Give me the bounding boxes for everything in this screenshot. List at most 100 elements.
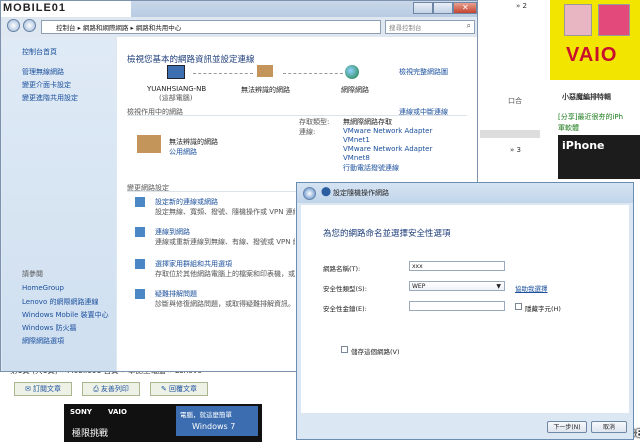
task-connect-icon bbox=[135, 227, 145, 237]
chevron-down-icon: ▼ bbox=[496, 283, 501, 290]
bench-icon bbox=[257, 65, 273, 77]
hide-chars-checkbox[interactable] bbox=[515, 303, 522, 310]
task-new-connection-desc: 設定無線、寬頻、撥號、隨機操作或 VPN 連線; 或設定路由器或存取點。 bbox=[155, 208, 295, 216]
page-title: 檢視您基本的網路資訊並設定連線 bbox=[127, 55, 255, 65]
map-node-internet: 網際網路 bbox=[341, 86, 369, 94]
search-icon: ⌕ bbox=[466, 21, 471, 30]
network-name: 無法辨識的網路 bbox=[169, 138, 218, 146]
bench-icon bbox=[137, 135, 161, 153]
conn-link-vmnet8[interactable]: VMware Network Adapter bbox=[343, 145, 432, 153]
logo-text: MOBILE01 bbox=[3, 2, 67, 14]
task-homegroup-icon bbox=[135, 259, 145, 269]
print-button[interactable]: ⎙ 友善列印 bbox=[82, 382, 140, 396]
security-key-label: 安全性金鑰(E): bbox=[323, 305, 367, 313]
access-type-value: 無網際網路存取 bbox=[343, 118, 392, 126]
close-button[interactable]: ✕ bbox=[453, 2, 477, 14]
sidebar-title: 小惡魔編排特輯 bbox=[562, 93, 611, 101]
map-node-computer-sub: (這部電腦) bbox=[159, 94, 193, 102]
map-node-unknown: 無法辨識的網路 bbox=[241, 86, 290, 94]
conn-link-vmnet1[interactable]: VMware Network Adapter bbox=[343, 127, 432, 135]
address-text: 控制台 ▸ 網路和網際網路 ▸ 網路和共用中心 bbox=[56, 24, 182, 32]
next-button[interactable]: 下一步(N) bbox=[547, 421, 587, 433]
share-icons[interactable] bbox=[480, 130, 540, 138]
sidebar-item-line2[interactable]: 軍軟體 bbox=[558, 123, 579, 133]
subscribe-icon: ✉ bbox=[24, 385, 31, 393]
help-choose-link[interactable]: 協助我選擇 bbox=[515, 283, 548, 293]
save-network-checkbox[interactable] bbox=[341, 346, 348, 353]
banner-slogan: 極限挑戰 bbox=[72, 429, 109, 439]
security-type-value: WEP bbox=[412, 283, 426, 290]
see-also-mobile-center[interactable]: Windows Mobile 裝置中心 bbox=[22, 310, 109, 320]
dialog-body: 為您的網路命名並選擇安全性選項 網路名稱(T): xxx 安全性類型(S): W… bbox=[301, 205, 629, 413]
security-type-label: 安全性類型(S): bbox=[323, 285, 367, 293]
vaio-ad[interactable]: VAIO bbox=[550, 0, 640, 80]
conn-link-vmnet8-sub[interactable]: VMnet8 bbox=[343, 154, 370, 162]
task-new-connection-icon bbox=[135, 197, 145, 207]
security-key-input[interactable] bbox=[409, 301, 505, 311]
task-new-connection-link[interactable]: 設定新的連線或網路 bbox=[155, 197, 218, 207]
net-name-label: 網路名稱(T): bbox=[323, 265, 361, 273]
see-also-label: 請參閱 bbox=[22, 270, 43, 278]
view-full-map-link[interactable]: 檢視完整網路圖 bbox=[399, 67, 448, 77]
share-label: 口合 bbox=[508, 97, 522, 105]
dialog-heading: 為您的網路命名並選擇安全性選項 bbox=[323, 229, 451, 239]
network-map-line bbox=[283, 73, 343, 74]
adhoc-network-dialog: ⬤ 設定隨機操作網路 為您的網路命名並選擇安全性選項 網路名稱(T): xxx … bbox=[296, 182, 634, 440]
task-troubleshoot-desc: 診斷與修復網路問題，或取得疑難排解資訊。 bbox=[155, 300, 295, 308]
see-also-homegroup[interactable]: HomeGroup bbox=[22, 284, 64, 292]
manage-wireless-link[interactable]: 管理無線網路 bbox=[22, 67, 64, 77]
dialog-title-bar[interactable]: ⬤ 設定隨機操作網路 bbox=[297, 183, 633, 203]
sony-banner[interactable]: SONY VAIO 極限挑戰 電腦，就這麼簡單 Windows 7 bbox=[64, 404, 262, 442]
iphone-ad[interactable]: iPhone bbox=[558, 135, 640, 179]
search-input[interactable]: 搜尋控制台 ⌕ bbox=[385, 20, 475, 34]
map-node-computer: YUANHSIANG-NB bbox=[147, 85, 207, 93]
page-number[interactable]: » 3 bbox=[510, 146, 521, 154]
dialog-title: 設定隨機操作網路 bbox=[333, 189, 389, 197]
banner-vaio: VAIO bbox=[108, 408, 127, 416]
banner-win: Windows 7 bbox=[192, 422, 236, 431]
print-icon: ⎙ bbox=[93, 385, 99, 393]
task-connect-desc: 連線或重新連線到無線、有線、撥號或 VPN 網路連線。 bbox=[155, 238, 295, 246]
network-setup-icon: ⬤ bbox=[321, 187, 332, 197]
cancel-button[interactable]: 取消 bbox=[591, 421, 627, 433]
address-bar[interactable]: 控制台 ▸ 網路和網際網路 ▸ 網路和共用中心 bbox=[41, 20, 381, 34]
connections-label: 連線: bbox=[299, 128, 316, 136]
conn-link-vmnet1-sub[interactable]: VMnet1 bbox=[343, 136, 370, 144]
adapter-settings-link[interactable]: 變更介面卡設定 bbox=[22, 80, 71, 90]
control-panel-home-link[interactable]: 控制台首頁 bbox=[22, 47, 57, 57]
minimize-button[interactable] bbox=[413, 2, 433, 14]
globe-icon bbox=[345, 65, 359, 79]
task-connect-link[interactable]: 連線到網路 bbox=[155, 227, 190, 237]
maximize-button[interactable] bbox=[433, 2, 453, 14]
see-also-internet-options[interactable]: 網際網路選項 bbox=[22, 336, 64, 346]
network-type-link[interactable]: 公用網路 bbox=[169, 147, 197, 157]
reply-button[interactable]: ✎ 回覆文章 bbox=[150, 382, 208, 396]
security-type-select[interactable]: WEP ▼ bbox=[409, 281, 505, 291]
task-homegroup-link[interactable]: 選擇家用群組和共用選項 bbox=[155, 259, 232, 269]
dialog-back-button[interactable] bbox=[303, 187, 316, 200]
page-number[interactable]: » 2 bbox=[516, 2, 527, 10]
task-troubleshoot-icon bbox=[135, 289, 145, 299]
forward-button[interactable] bbox=[23, 19, 36, 32]
net-name-input[interactable]: xxx bbox=[409, 261, 505, 271]
advanced-sharing-link[interactable]: 變更進階共用設定 bbox=[22, 93, 78, 103]
reply-icon: ✎ bbox=[160, 385, 167, 393]
task-homegroup-desc: 存取位於其他網路電腦上的檔案和印表機，或變更共用設定。 bbox=[155, 270, 295, 278]
divider bbox=[127, 115, 467, 116]
banner-win-box: 電腦，就這麼簡單 Windows 7 bbox=[176, 406, 258, 436]
vaio-logo: VAIO bbox=[566, 44, 618, 66]
conn-link-mobile[interactable]: 行動電話撥號連線 bbox=[343, 163, 399, 173]
task-troubleshoot-link[interactable]: 疑難排解問題 bbox=[155, 289, 197, 299]
see-also-firewall[interactable]: Windows 防火牆 bbox=[22, 323, 76, 333]
access-type-label: 存取類型: bbox=[299, 118, 330, 126]
banner-top: 電腦，就這麼簡單 bbox=[180, 411, 232, 419]
back-button[interactable] bbox=[7, 19, 20, 32]
close-icon: ✕ bbox=[462, 3, 469, 12]
site-logo: MOBILE01 bbox=[1, 1, 131, 17]
subscribe-button[interactable]: ✉ 訂閱文章 bbox=[14, 382, 72, 396]
sidebar-item[interactable]: [分享]最近很夯的iPh bbox=[558, 112, 623, 122]
see-also-lenovo[interactable]: Lenovo 的網際網路連線 bbox=[22, 297, 98, 307]
save-network-label: 儲存這個網路(V) bbox=[351, 348, 400, 356]
search-placeholder: 搜尋控制台 bbox=[389, 24, 422, 32]
computer-icon bbox=[167, 65, 185, 79]
